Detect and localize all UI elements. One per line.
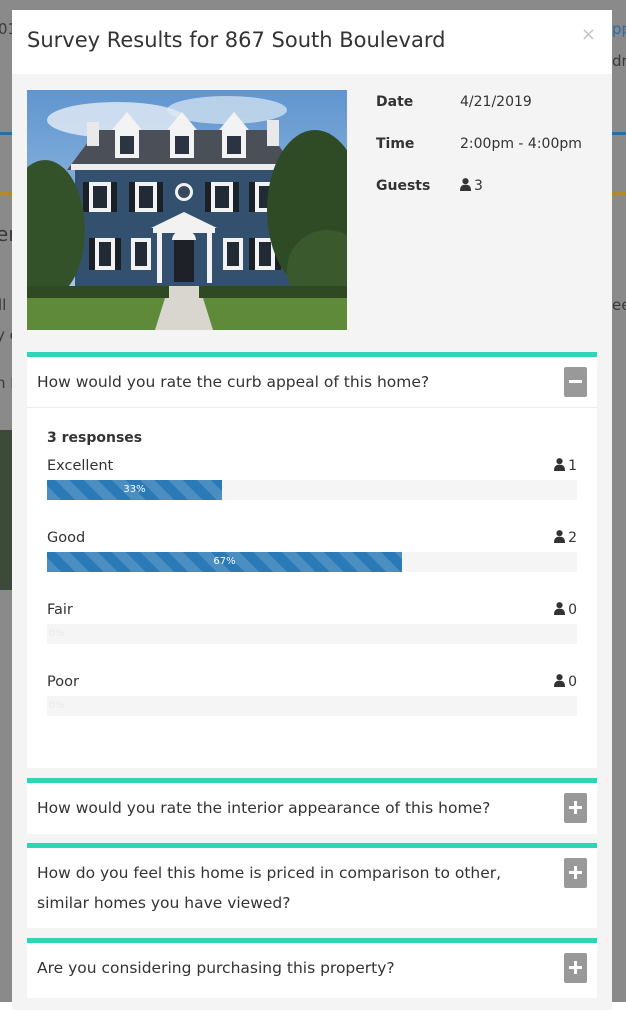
guests-value-wrap: 3 bbox=[460, 178, 483, 194]
question-text: How would you rate the curb appeal of th… bbox=[37, 373, 430, 391]
question-header[interactable]: How do you feel this home is priced in c… bbox=[27, 848, 597, 918]
answer-count: 1 bbox=[554, 458, 577, 480]
question-text: Are you considering purchasing this prop… bbox=[37, 959, 395, 977]
question-panel: Are you considering purchasing this prop… bbox=[27, 938, 597, 998]
progress-fill: 0% bbox=[49, 628, 65, 639]
guests-label: Guests bbox=[376, 178, 431, 194]
progress-bar: 67% bbox=[47, 552, 577, 572]
background-image bbox=[0, 430, 12, 590]
time-label: Time bbox=[376, 136, 415, 152]
background-text: pp bbox=[612, 20, 626, 38]
responses-count: 3 responses bbox=[47, 430, 143, 446]
progress-fill: 33% bbox=[47, 480, 222, 500]
answer-row: Fair 0 0% bbox=[47, 602, 577, 674]
answer-count-value: 0 bbox=[568, 602, 577, 618]
date-label: Date bbox=[376, 94, 414, 110]
question-header[interactable]: Are you considering purchasing this prop… bbox=[27, 943, 597, 983]
question-panel: How would you rate the interior appearan… bbox=[27, 778, 597, 834]
question-panel: How do you feel this home is priced in c… bbox=[27, 843, 597, 928]
time-row: Time 2:00pm - 4:00pm bbox=[376, 136, 596, 178]
answer-count: 0 bbox=[554, 674, 577, 696]
question-header[interactable]: How would you rate the curb appeal of th… bbox=[27, 357, 597, 397]
modal-header: Survey Results for 867 South Boulevard × bbox=[12, 10, 612, 74]
answer-row: Poor 0 0% bbox=[47, 674, 577, 746]
progress-bar: 33% bbox=[47, 480, 577, 500]
answer-label: Excellent bbox=[47, 458, 114, 474]
answer-label: Poor bbox=[47, 674, 79, 690]
expand-button[interactable] bbox=[564, 953, 587, 983]
question-header[interactable]: How would you rate the interior appearan… bbox=[27, 783, 597, 823]
question-text: How do you feel this home is priced in c… bbox=[37, 864, 502, 912]
progress-fill: 67% bbox=[47, 552, 403, 572]
date-row: Date 4/21/2019 bbox=[376, 94, 596, 136]
question-results: 3 responses Excellent 1 33% Good 2 67% F… bbox=[27, 407, 597, 746]
question-panel: How would you rate the curb appeal of th… bbox=[27, 352, 597, 768]
progress-bar: 0% bbox=[47, 696, 577, 716]
house-photo bbox=[27, 90, 347, 330]
guests-row: Guests 3 bbox=[376, 178, 596, 220]
listing-summary: Date 4/21/2019 Time 2:00pm - 4:00pm Gues… bbox=[12, 74, 612, 352]
modal-title: Survey Results for 867 South Boulevard bbox=[27, 28, 446, 52]
user-icon bbox=[554, 602, 566, 615]
user-icon bbox=[460, 178, 471, 191]
background-divider bbox=[0, 132, 12, 135]
answer-count: 0 bbox=[554, 602, 577, 624]
house-photo-illustration bbox=[27, 90, 347, 330]
expand-button[interactable] bbox=[564, 858, 587, 888]
expand-button[interactable] bbox=[564, 793, 587, 823]
answer-count-value: 1 bbox=[568, 458, 577, 474]
listing-details: Date 4/21/2019 Time 2:00pm - 4:00pm Gues… bbox=[376, 94, 596, 220]
close-button[interactable]: × bbox=[581, 24, 596, 45]
background-text: ee bbox=[612, 296, 626, 314]
question-text: How would you rate the interior appearan… bbox=[37, 799, 491, 817]
answer-count: 2 bbox=[554, 530, 577, 552]
time-value: 2:00pm - 4:00pm bbox=[460, 136, 582, 152]
answer-count-value: 2 bbox=[568, 530, 577, 546]
answer-label: Fair bbox=[47, 602, 73, 618]
progress-fill: 0% bbox=[49, 700, 65, 711]
answer-row: Excellent 1 33% bbox=[47, 458, 577, 530]
date-value: 4/21/2019 bbox=[460, 94, 532, 110]
background-divider bbox=[612, 192, 626, 195]
user-icon bbox=[554, 530, 566, 543]
answer-row: Good 2 67% bbox=[47, 530, 577, 602]
guests-value: 3 bbox=[474, 178, 483, 194]
collapse-button[interactable] bbox=[564, 367, 587, 397]
progress-bar: 0% bbox=[47, 624, 577, 644]
user-icon bbox=[554, 458, 566, 471]
background-divider bbox=[0, 192, 12, 195]
answer-count-value: 0 bbox=[568, 674, 577, 690]
user-icon bbox=[554, 674, 566, 687]
answer-label: Good bbox=[47, 530, 86, 546]
background-divider bbox=[612, 132, 626, 135]
minus-icon bbox=[569, 380, 582, 383]
survey-results-modal: Survey Results for 867 South Boulevard × bbox=[12, 10, 612, 1010]
background-text: dr bbox=[612, 52, 626, 70]
background-text: ll bbox=[0, 296, 7, 314]
